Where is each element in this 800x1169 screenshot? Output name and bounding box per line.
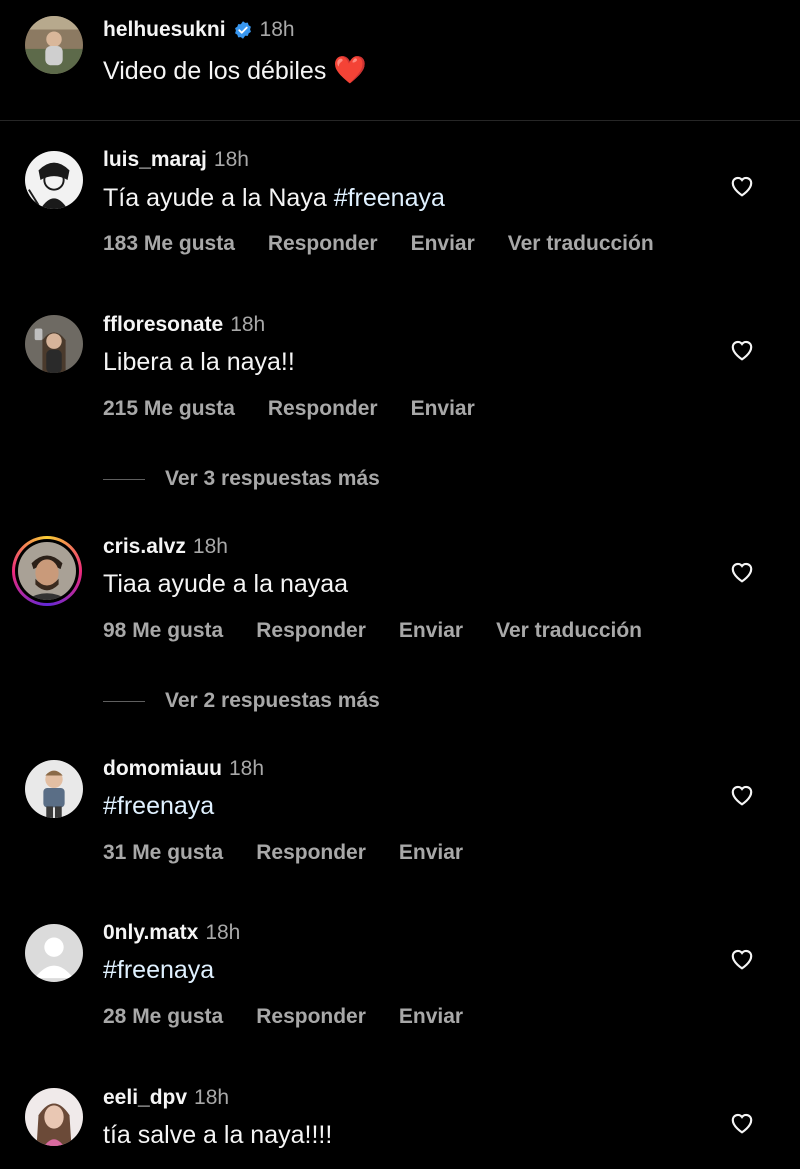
comment-time: 18h (194, 1086, 230, 1109)
comment-actions: 28 Me gusta Responder Enviar (103, 1005, 463, 1029)
comment-time: 18h (192, 535, 228, 558)
avatar-photo-icon (25, 1088, 83, 1146)
reply-button[interactable]: Responder (268, 232, 378, 256)
caption-header: helhuesukni 18h (103, 18, 295, 42)
likes-count[interactable]: 28 Me gusta (103, 1005, 223, 1029)
avatar-photo-icon (18, 542, 76, 600)
send-button[interactable]: Enviar (411, 232, 475, 256)
caption-text: Video de los débiles ❤️ (103, 54, 367, 86)
comment-avatar[interactable] (25, 760, 83, 818)
comment-time: 18h (230, 313, 266, 336)
caption-time: 18h (259, 18, 295, 41)
avatar-photo-icon (25, 315, 83, 373)
comment-header: 0nly.matx 18h (103, 921, 240, 945)
heart-outline-icon[interactable] (729, 173, 755, 197)
send-button[interactable]: Enviar (399, 1005, 463, 1029)
comment-text-content: Tía ayude a la Naya (103, 184, 334, 212)
avatar-photo-icon (25, 151, 83, 209)
default-avatar-icon (25, 924, 83, 982)
view-more-replies[interactable]: Ver 3 respuestas más (103, 467, 380, 491)
comment-actions: 31 Me gusta Responder Enviar (103, 841, 463, 865)
comment-text: Libera a la naya!! (103, 348, 295, 376)
verified-badge-icon (233, 20, 253, 40)
likes-count[interactable]: 98 Me gusta (103, 619, 223, 643)
comment-text: tía salve a la naya!!!! (103, 1121, 333, 1149)
send-button[interactable]: Enviar (411, 397, 475, 421)
comment-time: 18h (213, 148, 249, 171)
comment-avatar[interactable] (25, 151, 83, 209)
translate-button[interactable]: Ver traducción (496, 619, 642, 643)
view-more-replies-label: Ver 2 respuestas más (165, 689, 380, 712)
caption-username[interactable]: helhuesukni (103, 18, 226, 42)
avatar-inner (15, 539, 79, 603)
comment-time: 18h (205, 921, 241, 944)
comment-avatar[interactable] (25, 1088, 83, 1146)
heart-outline-icon[interactable] (729, 946, 755, 970)
comments-screen: helhuesukni 18h Video de los débiles ❤️ … (0, 0, 800, 1169)
send-button[interactable]: Enviar (399, 619, 463, 643)
hashtag-link[interactable]: #freenaya (103, 792, 214, 820)
comment-avatar[interactable] (25, 924, 83, 982)
comment-avatar-story-ring[interactable] (12, 536, 82, 606)
likes-count[interactable]: 215 Me gusta (103, 397, 235, 421)
replies-divider-line (103, 700, 145, 702)
heart-outline-icon[interactable] (729, 782, 755, 806)
comment-header: domomiauu 18h (103, 757, 264, 781)
comment-actions: 215 Me gusta Responder Enviar (103, 397, 475, 421)
comment-header: cris.alvz 18h (103, 535, 228, 559)
red-heart-emoji: ❤️ (333, 55, 367, 85)
reply-button[interactable]: Responder (256, 619, 366, 643)
comment-username[interactable]: luis_maraj (103, 148, 207, 172)
comment-text: #freenaya (103, 956, 214, 985)
likes-count[interactable]: 31 Me gusta (103, 841, 223, 865)
avatar-photo-icon (25, 760, 83, 818)
hashtag-link[interactable]: #freenaya (334, 184, 445, 212)
comment-text: Tía ayude a la Naya #freenaya (103, 184, 445, 213)
comment-username[interactable]: cris.alvz (103, 535, 186, 559)
comment-avatar[interactable] (25, 315, 83, 373)
view-more-replies[interactable]: Ver 2 respuestas más (103, 689, 380, 713)
send-button[interactable]: Enviar (399, 841, 463, 865)
heart-outline-icon[interactable] (729, 337, 755, 361)
comment-username[interactable]: domomiauu (103, 757, 222, 781)
caption-text-content: Video de los débiles (103, 57, 327, 85)
reply-button[interactable]: Responder (256, 1005, 366, 1029)
caption-divider (0, 120, 800, 121)
comment-username[interactable]: ffloresonate (103, 313, 223, 337)
post-caption: helhuesukni 18h Video de los débiles ❤️ (0, 0, 800, 120)
translate-button[interactable]: Ver traducción (508, 232, 654, 256)
reply-button[interactable]: Responder (256, 841, 366, 865)
heart-outline-icon[interactable] (729, 559, 755, 583)
hashtag-link[interactable]: #freenaya (103, 956, 214, 984)
comment-actions: 98 Me gusta Responder Enviar Ver traducc… (103, 619, 642, 643)
caption-avatar[interactable] (25, 16, 83, 74)
replies-divider-line (103, 478, 145, 480)
view-more-replies-label: Ver 3 respuestas más (165, 467, 380, 490)
comment-header: eeli_dpv 18h (103, 1086, 229, 1110)
comment-header: ffloresonate 18h (103, 313, 265, 337)
comment-header: luis_maraj 18h (103, 148, 249, 172)
comment-time: 18h (229, 757, 265, 780)
reply-button[interactable]: Responder (268, 397, 378, 421)
comment-text: Tiaa ayude a la nayaa (103, 570, 349, 598)
avatar-photo-icon (25, 16, 83, 74)
heart-outline-icon[interactable] (729, 1110, 755, 1134)
comment-username[interactable]: 0nly.matx (103, 921, 198, 945)
comment-actions: 183 Me gusta Responder Enviar Ver traduc… (103, 232, 654, 256)
likes-count[interactable]: 183 Me gusta (103, 232, 235, 256)
comment-username[interactable]: eeli_dpv (103, 1086, 187, 1110)
comment-text: #freenaya (103, 792, 214, 821)
